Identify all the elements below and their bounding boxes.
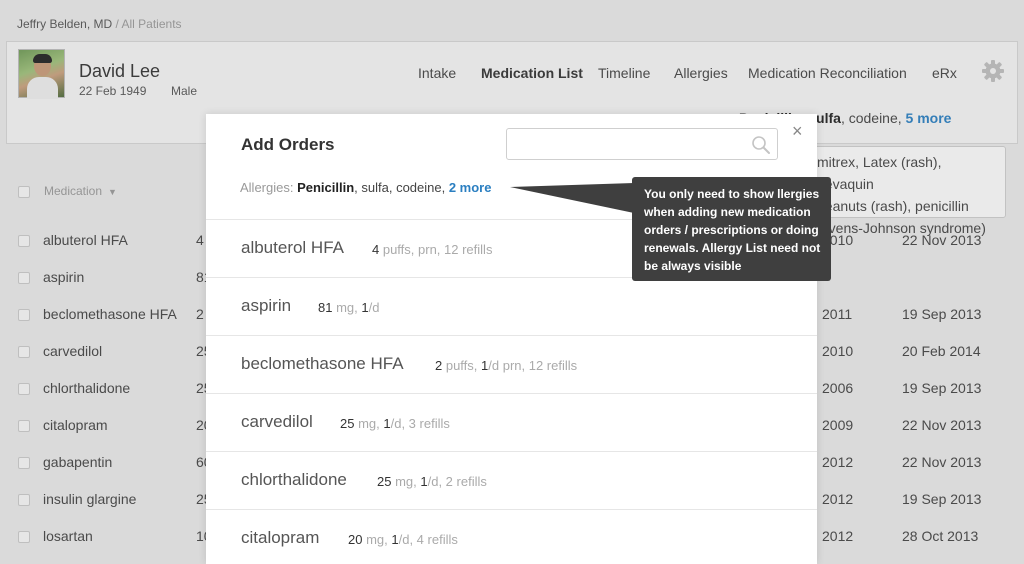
order-sig: 4 puffs, prn, 12 refills: [372, 242, 493, 257]
modal-allergy-summary: Allergies: Penicillin, sulfa, codeine, 2…: [240, 180, 492, 195]
order-drug-name: citalopram: [241, 528, 320, 547]
order-sig: 2 puffs, 1/d prn, 12 refills: [435, 358, 578, 373]
modal-allergy-more-link[interactable]: 2 more: [449, 180, 492, 195]
order-search-box[interactable]: [506, 128, 778, 160]
modal-title: Add Orders: [241, 135, 335, 154]
order-row[interactable]: chlorthalidone 25 mg, 1/d, 2 refills: [206, 451, 817, 509]
order-sig: 25 mg, 1/d, 2 refills: [377, 474, 487, 489]
order-sig: 81 mg, 1/d: [318, 300, 380, 315]
order-row[interactable]: citalopram 20 mg, 1/d, 4 refills: [206, 509, 817, 564]
tooltip-pointer: [510, 183, 634, 213]
order-drug-name: carvedilol: [241, 412, 313, 431]
order-drug-name: chlorthalidone: [241, 470, 347, 489]
order-drug-name: aspirin: [241, 296, 292, 315]
order-sig: 25 mg, 1/d, 3 refills: [340, 416, 450, 431]
order-row[interactable]: carvedilol 25 mg, 1/d, 3 refills: [206, 393, 817, 451]
annotation-tooltip: You only need to show llergies when addi…: [632, 177, 831, 281]
order-drug-name: albuterol HFA: [241, 238, 344, 257]
close-icon[interactable]: ×: [792, 122, 803, 140]
order-sig: 20 mg, 1/d, 4 refills: [348, 532, 458, 547]
search-icon[interactable]: [751, 135, 771, 155]
order-row[interactable]: beclomethasone HFA 2 puffs, 1/d prn, 12 r…: [206, 335, 817, 393]
order-search-input[interactable]: [515, 133, 735, 155]
order-drug-name: beclomethasone HFA: [241, 354, 404, 373]
order-row[interactable]: aspirin 81 mg, 1/d: [206, 277, 817, 335]
